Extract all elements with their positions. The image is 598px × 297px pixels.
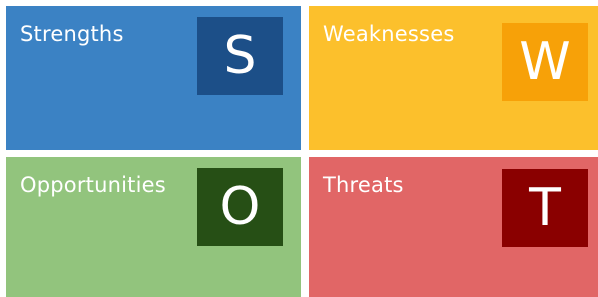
opportunities-title: Opportunities [20,173,166,197]
weaknesses-quadrant: Weaknesses W [309,6,598,150]
weaknesses-letter-box: W [502,23,588,101]
opportunities-letter-box: O [197,168,283,246]
opportunities-quadrant: Opportunities O [6,157,301,297]
threats-quadrant: Threats T [309,157,598,297]
threats-title: Threats [323,173,404,197]
strengths-title: Strengths [20,22,124,46]
strengths-letter-box: S [197,17,283,95]
strengths-quadrant: Strengths S [6,6,301,150]
threats-letter-box: T [502,169,588,247]
weaknesses-title: Weaknesses [323,22,455,46]
